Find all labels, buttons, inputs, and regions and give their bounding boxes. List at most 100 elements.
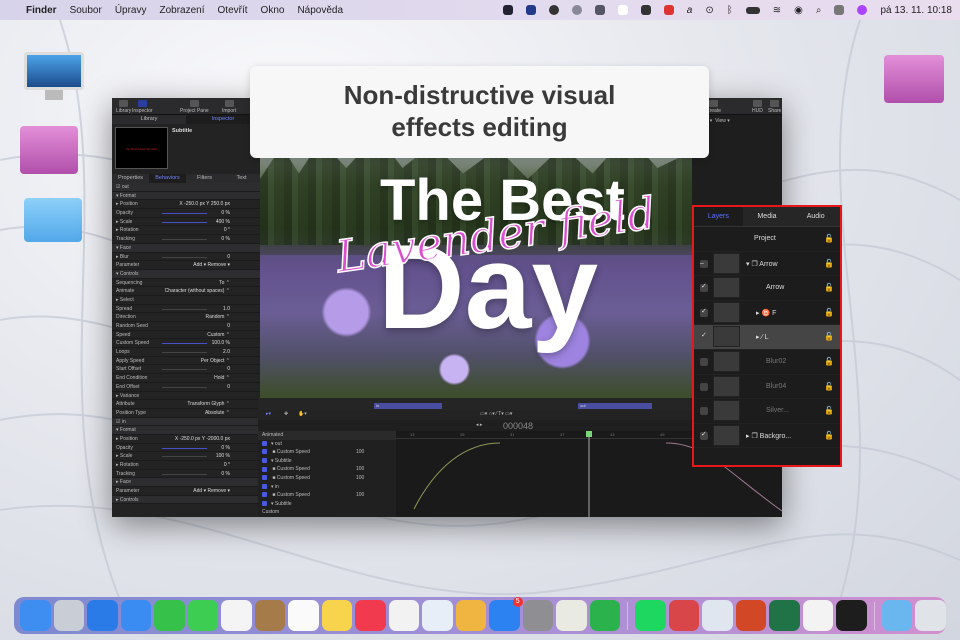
parameter-value[interactable]: To ⌃ [219, 279, 230, 288]
parameter-row[interactable]: Loops 2.0 [112, 348, 260, 357]
menu-otevrit[interactable]: Otevřít [218, 5, 248, 16]
malwarebytes-icon[interactable] [525, 5, 536, 15]
parameter-row[interactable]: Sequencing To ⌃ [112, 279, 260, 288]
parameter-value[interactable]: Transform Glyph ⌃ [187, 400, 230, 409]
keyframe-row[interactable]: ▾ out [258, 440, 396, 449]
layer-visibility-checkbox[interactable] [700, 307, 708, 317]
parameter-value[interactable]: Character (without spaces) ⌃ [165, 287, 230, 296]
parameter-value[interactable]: 0 % [221, 235, 230, 244]
dock-app-store-icon[interactable]: 5 [489, 597, 523, 631]
library-toolbar-button[interactable]: Library [116, 100, 131, 114]
dock-notes-icon[interactable] [321, 600, 353, 631]
inspector-toolbar-button[interactable]: Inspector [132, 100, 153, 114]
parameter-row[interactable]: Random Seed 0 [112, 322, 260, 331]
menu-finder[interactable]: Finder [26, 5, 57, 16]
parameter-row[interactable]: Parameter Add ▾ Remove ▾ [112, 487, 260, 496]
dock-launchpad-icon[interactable] [53, 600, 85, 631]
dock-pages-icon[interactable] [455, 600, 487, 631]
parallels-icon[interactable] [663, 5, 674, 15]
timecode[interactable]: 000048 [503, 421, 533, 431]
tab-inspector[interactable]: Inspector [186, 115, 260, 124]
layer-row[interactable]: Silver... 🔓 [694, 399, 840, 424]
layer-visibility-checkbox[interactable] [700, 382, 708, 391]
keyframe-row[interactable]: ■ Custom Speed 100 [258, 491, 396, 500]
project-pane-button[interactable]: Project Pane [180, 100, 209, 114]
parameter-value[interactable]: Per Object ⌃ [201, 357, 230, 366]
layer-visibility-checkbox[interactable] [700, 430, 708, 440]
user-icon[interactable]: ◉ [794, 5, 803, 16]
layer-name[interactable]: ▾ ❐ Arrow [746, 260, 778, 268]
layer-name[interactable]: Silver... [766, 407, 789, 414]
pause-icon[interactable] [640, 5, 651, 15]
menu-soubor[interactable]: Soubor [70, 5, 102, 16]
lock-icon[interactable]: 🔓 [824, 406, 834, 415]
lock-icon[interactable]: 🔓 [824, 431, 834, 440]
spotlight-search-icon[interactable]: ⌕ [816, 5, 822, 16]
parameter-value[interactable]: 100.0 % [212, 339, 230, 348]
parameter-row[interactable]: Apply Speed Per Object ⌃ [112, 357, 260, 366]
dock-contacts-icon[interactable] [254, 600, 286, 631]
dock-keynote-icon[interactable] [422, 600, 453, 631]
parameter-value[interactable]: 100 % [216, 452, 230, 461]
enable-checkbox[interactable] [262, 492, 267, 498]
parameter-value[interactable]: Add ▾ Remove ▾ [193, 487, 230, 496]
parameter-row[interactable]: Position Type Absolute ⌃ [112, 409, 260, 418]
parameter-value[interactable]: Random ⌃ [206, 313, 230, 322]
parameter-slider[interactable] [162, 352, 207, 354]
lock-icon[interactable]: 🔓 [824, 283, 834, 292]
view-menu[interactable]: View ▾ [715, 118, 730, 124]
layer-name[interactable]: ▸ ♉ F [756, 309, 776, 317]
parameter-row[interactable]: Spread 1.0 [112, 305, 260, 314]
shape-tool-icon[interactable]: ▭▾ ∩▾ ⁄ T▾ ▭▾ [480, 411, 512, 417]
keyframe-value[interactable]: 100 [356, 491, 364, 500]
parameter-value[interactable]: Custom ⌃ [207, 331, 230, 340]
layer-visibility-checkbox[interactable]: – [700, 259, 708, 268]
dock-system-preferences-icon[interactable] [522, 600, 554, 631]
lock-icon[interactable]: 🔓 [824, 332, 834, 341]
parameter-row[interactable]: Attribute Transform Glyph ⌃ [112, 400, 260, 409]
tab-media[interactable]: Media [742, 207, 792, 226]
parameter-row[interactable]: End Condition Hold ⌃ [112, 374, 260, 383]
parameter-row[interactable]: Tracking 0 % [112, 470, 260, 479]
desktop-pink-folder-icon-right[interactable] [884, 55, 944, 103]
parameter-slider[interactable] [162, 447, 207, 449]
layer-row[interactable]: ▸ ⁄ L 🔓 [694, 325, 840, 350]
keyframe-row[interactable]: ▾ Subtitle [258, 457, 396, 466]
dropbox-icon[interactable] [502, 5, 513, 15]
dock-parallels-icon[interactable] [668, 600, 700, 631]
parameter-row[interactable]: ▸ Scale 400 % [112, 218, 260, 227]
select-tool-icon[interactable]: ▸▾ [266, 411, 271, 417]
tab-behaviors[interactable]: Behaviors [149, 174, 186, 183]
parameter-value[interactable]: X -250.0 px Y 250.0 px [179, 200, 230, 209]
dock-numbers-icon[interactable] [388, 600, 420, 631]
parameter-value[interactable]: 0 ° [224, 226, 230, 235]
tab-library[interactable]: Library [112, 115, 186, 124]
parameter-slider[interactable] [162, 221, 207, 223]
dock-chrome-icon[interactable] [556, 600, 587, 631]
parameter-row[interactable]: ▸ Position X -250.0 px Y -2000.0 px [112, 435, 260, 444]
menu-zobrazeni[interactable]: Zobrazení [160, 5, 205, 16]
tab-layers[interactable]: Layers [694, 207, 743, 226]
signature-icon[interactable]: a [687, 5, 693, 16]
parameter-slider[interactable] [162, 386, 207, 388]
pan-tool-icon[interactable]: ✋▾ [298, 411, 307, 417]
desktop-blue-folder-icon[interactable] [24, 198, 82, 242]
dock-mail-icon[interactable] [120, 600, 152, 631]
dock-music-icon[interactable] [355, 600, 386, 631]
dock-powerpoint-icon[interactable] [735, 600, 767, 631]
control-center-icon[interactable] [834, 5, 845, 15]
layer-visibility-checkbox[interactable] [700, 331, 708, 342]
import-button[interactable]: Import [222, 100, 236, 114]
play-button[interactable]: ◂ ▸ [476, 422, 482, 428]
keyframe-row[interactable]: ■ Custom Speed 100 [258, 474, 396, 483]
desktop-imac-icon[interactable] [24, 52, 84, 104]
parameter-row[interactable]: Animate Character (without spaces) ⌃ [112, 287, 260, 296]
dock-script-editor-icon[interactable] [802, 600, 834, 631]
parameter-value[interactable]: 0 % [221, 444, 230, 453]
parameter-slider[interactable] [162, 256, 207, 258]
layer-name[interactable]: Project [754, 235, 776, 242]
dock-downloads-folder-icon[interactable] [881, 600, 913, 631]
parameter-slider[interactable] [162, 213, 207, 215]
layer-row[interactable]: ▸ ♉ F 🔓 [694, 301, 840, 326]
parameter-slider[interactable] [162, 239, 207, 241]
